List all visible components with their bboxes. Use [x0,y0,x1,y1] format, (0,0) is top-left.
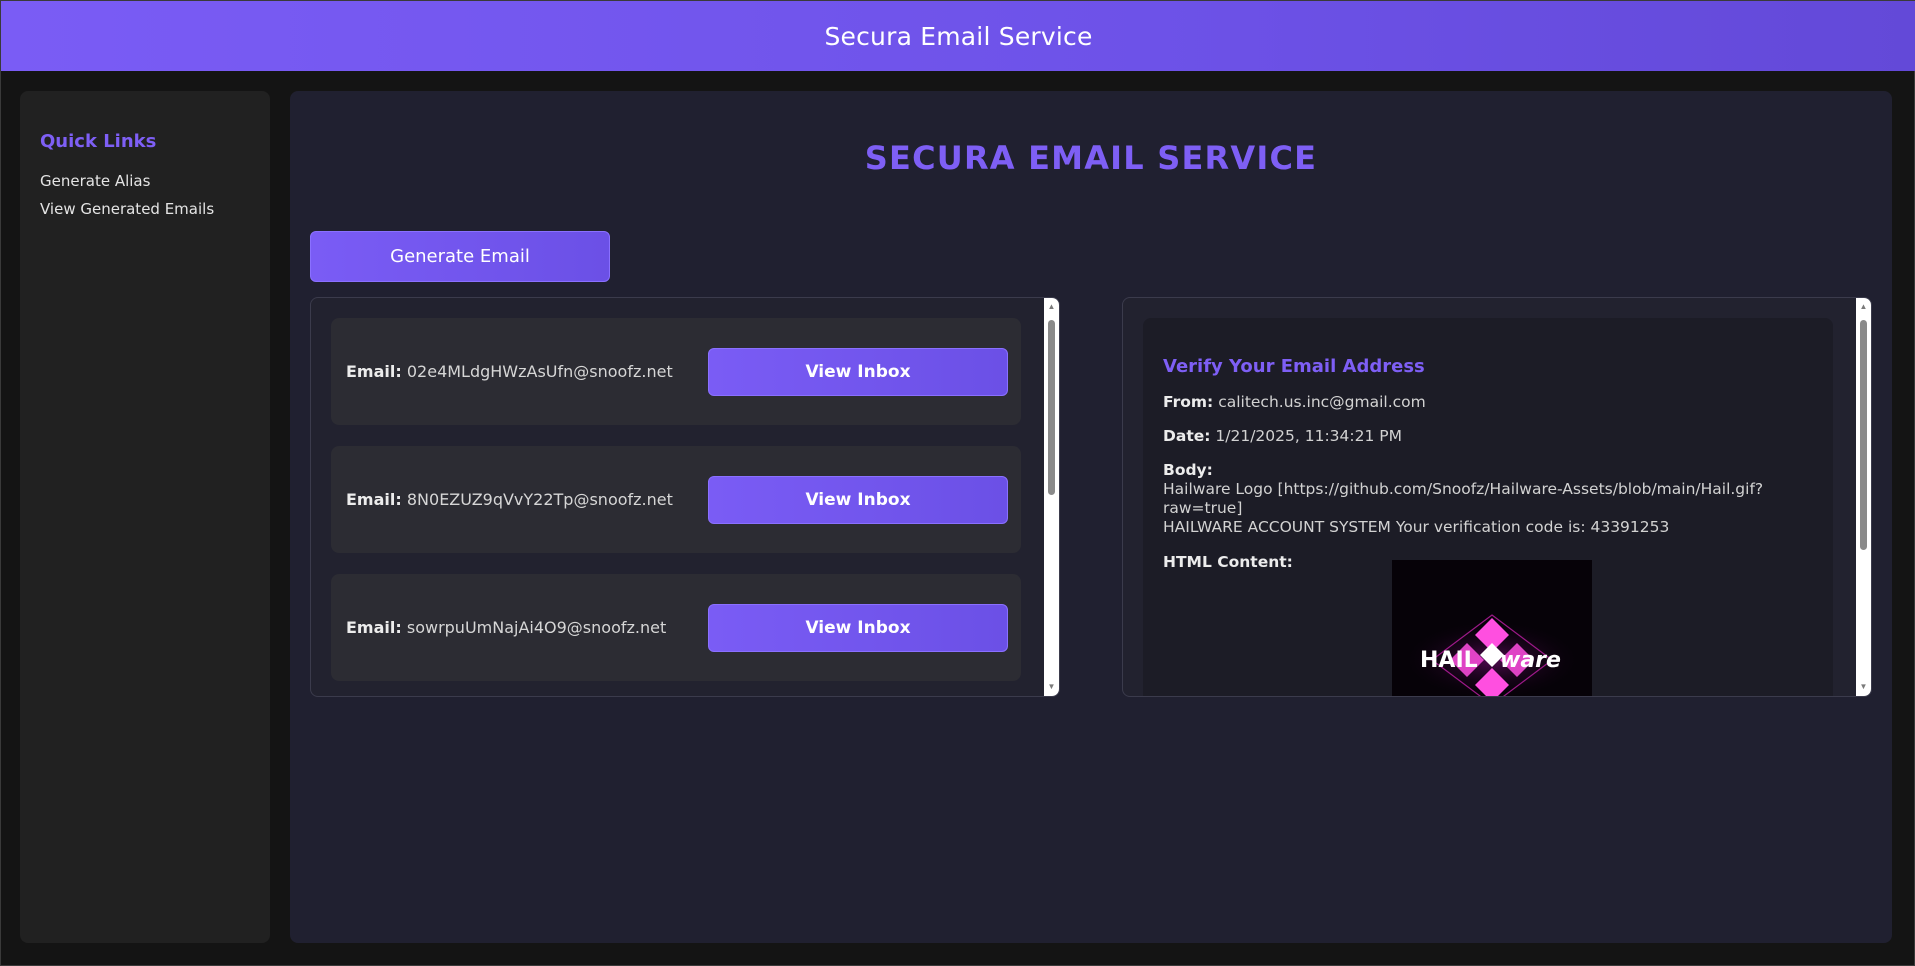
sidebar-link-generate-alias[interactable]: Generate Alias [40,172,250,190]
scroll-down-arrow-icon[interactable]: ▼ [1856,680,1871,694]
email-address: sowrpuUmNajAi4O9@snoofz.net [406,618,667,637]
body-label: Body: [1163,461,1213,479]
from-address: calitech.us.inc@gmail.com [1218,393,1426,411]
scroll-down-arrow-icon[interactable]: ▼ [1044,680,1059,694]
email-card: Email: sowrpuUmNajAi4O9@snoofz.net View … [331,574,1021,681]
email-list-scrollbar[interactable]: ▲ ▼ [1044,298,1059,696]
scroll-up-arrow-icon[interactable]: ▲ [1044,300,1059,314]
message-viewer-panel[interactable]: Verify Your Email Address From: calitech… [1122,297,1872,697]
email-entry: Email: 8N0EZUZ9qVvY22Tp@snoofz.net [346,490,708,509]
hailware-logo-icon: HAIL ware [1392,560,1592,696]
email-entry: Email: sowrpuUmNajAi4O9@snoofz.net [346,618,708,637]
page-title: SECURA EMAIL SERVICE [864,139,1318,177]
message-body: Body: Hailware Logo [https://github.com/… [1163,461,1813,537]
email-address: 02e4MLdgHWzAsUfn@snoofz.net [406,362,673,381]
top-header: Secura Email Service [1,1,1915,71]
from-label: From: [1163,393,1214,411]
body-line-2: HAILWARE ACCOUNT SYSTEM Your verificatio… [1163,518,1670,536]
logo-text-a: HAIL [1420,648,1478,673]
email-entry: Email: 02e4MLdgHWzAsUfn@snoofz.net [346,362,708,381]
html-content-label: HTML Content: [1163,553,1293,571]
message-scrollbar[interactable]: ▲ ▼ [1856,298,1871,696]
sidebar: Quick Links Generate Alias View Generate… [20,91,270,943]
hailware-logo: HAIL ware [1392,560,1592,696]
scroll-up-arrow-icon[interactable]: ▲ [1856,300,1871,314]
scrollbar-thumb[interactable] [1860,320,1867,550]
email-label: Email: [346,490,402,509]
email-card: Email: 8N0EZUZ9qVvY22Tp@snoofz.net View … [331,446,1021,553]
scrollbar-thumb[interactable] [1048,320,1055,495]
message-card: Verify Your Email Address From: calitech… [1143,318,1833,696]
message-date: Date: 1/21/2025, 11:34:21 PM [1163,427,1813,445]
sidebar-heading: Quick Links [40,131,157,152]
email-label: Email: [346,618,402,637]
sidebar-link-view-generated-emails[interactable]: View Generated Emails [40,200,250,218]
message-subject: Verify Your Email Address [1163,356,1425,377]
view-inbox-button[interactable]: View Inbox [708,347,1008,396]
email-address: 8N0EZUZ9qVvY22Tp@snoofz.net [406,490,673,509]
generate-email-button[interactable]: Generate Email [310,231,610,282]
app-window: Secura Email Service Quick Links Generat… [0,0,1915,966]
view-inbox-button[interactable]: View Inbox [708,475,1008,524]
main-content: SECURA EMAIL SERVICE Generate Email Emai… [290,91,1892,943]
email-card: Email: 02e4MLdgHWzAsUfn@snoofz.net View … [331,318,1021,425]
view-inbox-button[interactable]: View Inbox [708,603,1008,652]
body-line-1: Hailware Logo [https://github.com/Snoofz… [1163,480,1764,517]
date-label: Date: [1163,427,1211,445]
date-value: 1/21/2025, 11:34:21 PM [1215,427,1402,445]
logo-text-b: ware [1500,648,1561,673]
message-from: From: calitech.us.inc@gmail.com [1163,393,1813,411]
email-label: Email: [346,362,402,381]
email-list-panel[interactable]: Email: 02e4MLdgHWzAsUfn@snoofz.net View … [310,297,1060,697]
app-title: Secura Email Service [824,21,1093,51]
